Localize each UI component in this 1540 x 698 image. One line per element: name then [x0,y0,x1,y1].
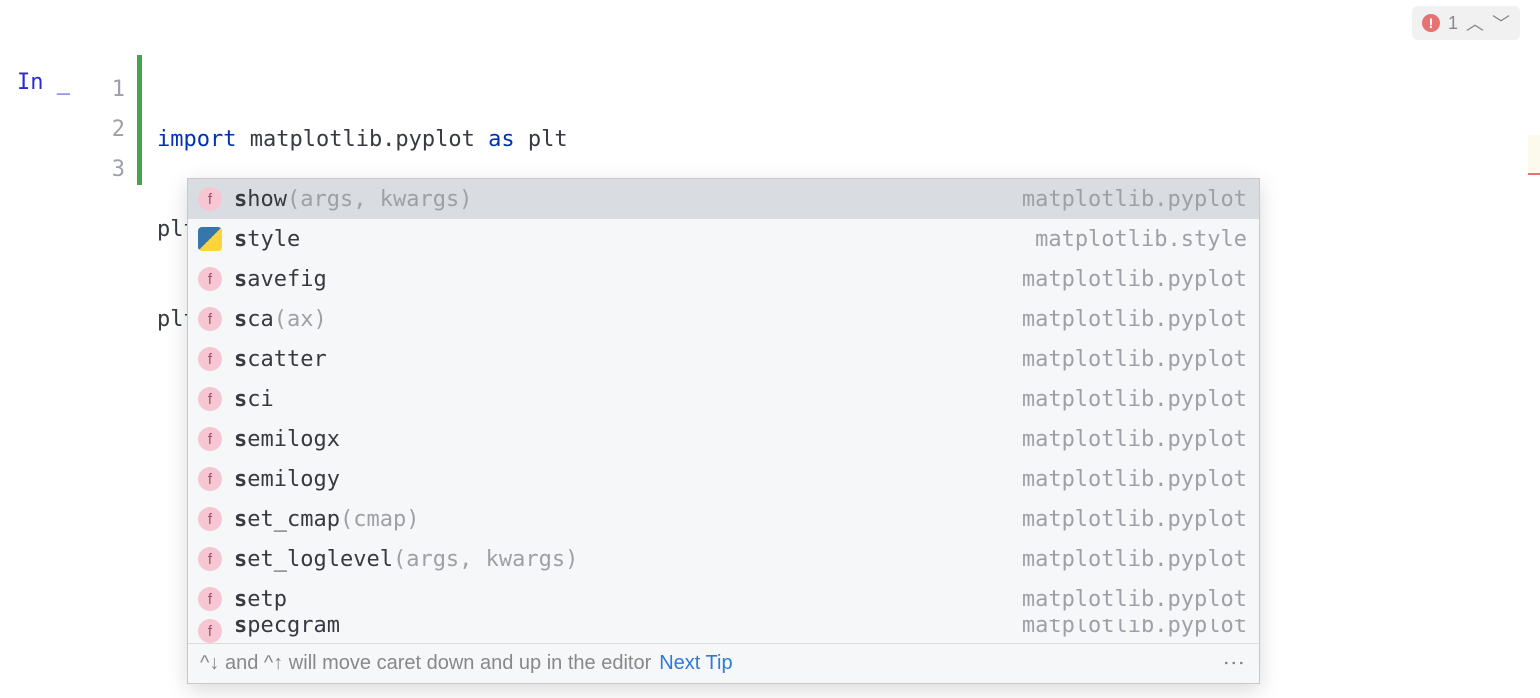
keyword-import: import [157,127,236,152]
error-count: 1 [1448,13,1458,34]
completion-name: style [234,227,300,252]
line-number[interactable]: 3 [77,150,137,190]
autocomplete-item[interactable]: f set_loglevel(args, kwargs) matplotlib.py… [188,539,1259,579]
autocomplete-item[interactable]: f scatter matplotlib.pyplot [188,339,1259,379]
cell-prompt: In _ [17,70,70,95]
more-options-icon[interactable]: ⋮ [1221,652,1247,676]
completion-name: scatter [234,347,327,372]
completion-module: matplotlib.pyplot [1022,427,1247,452]
completion-module: matplotlib.pyplot [1022,587,1247,612]
completion-module: matplotlib.pyplot [1022,387,1247,412]
completion-name: sci [234,387,274,412]
function-icon: f [198,307,222,331]
autocomplete-partial-row[interactable]: f specgram matplotlib.pyplot [188,619,1259,643]
error-icon: ! [1422,14,1440,32]
function-icon: f [198,427,222,451]
line-number[interactable]: 2 [77,110,137,150]
cell-run-indicator [137,55,142,185]
autocomplete-item[interactable]: fsci matplotlib.pyplot [188,379,1259,419]
alias-name: plt [528,127,568,152]
autocomplete-item[interactable]: fsetp matplotlib.pyplot [188,579,1259,619]
module-name: matplotlib.pyplot [250,127,475,152]
function-icon: f [198,547,222,571]
completion-name: set_cmap [234,507,340,532]
completion-name: savefig [234,267,327,292]
completion-name: semilogy [234,467,340,492]
completion-name: sca [234,307,274,332]
completion-module: matplotlib.pyplot [1022,507,1247,532]
autocomplete-footer: ^↓ and ^↑ will move caret down and up in… [188,643,1259,683]
autocomplete-item[interactable]: fshow(args, kwargs) matplotlib.pyplot [188,179,1259,219]
function-icon: f [198,387,222,411]
autocomplete-item[interactable]: fsca(ax) matplotlib.pyplot [188,299,1259,339]
completion-name: setp [234,587,287,612]
function-icon: f [198,347,222,371]
autocomplete-item[interactable]: f semilogx matplotlib.pyplot [188,419,1259,459]
function-icon: f [198,619,222,643]
completion-signature: (args, kwargs) [287,187,472,212]
line-number-gutter: 1 2 3 [77,55,137,190]
completion-module: matplotlib.pyplot [1022,547,1247,572]
completion-name: show [234,187,287,212]
code-line[interactable]: import matplotlib.pyplot as plt [157,120,1058,160]
completion-module: matplotlib.pyplot [1022,467,1247,492]
line-number[interactable]: 1 [77,70,137,110]
function-icon: f [198,587,222,611]
autocomplete-item[interactable]: f savefig matplotlib.pyplot [188,259,1259,299]
completion-signature: (cmap) [340,507,419,532]
inspection-badge[interactable]: ! 1 ︿ ﹀ [1412,6,1520,40]
error-stripe-marker[interactable] [1528,135,1540,175]
completion-name: semilogx [234,427,340,452]
function-icon: f [198,267,222,291]
completion-signature: (args, kwargs) [393,547,578,572]
autocomplete-item[interactable]: style matplotlib.style [188,219,1259,259]
autocomplete-item[interactable]: f set_cmap(cmap) matplotlib.pyplot [188,499,1259,539]
next-tip-link[interactable]: Next Tip [659,652,732,675]
completion-module: matplotlib.pyplot [1022,267,1247,292]
python-module-icon [198,227,222,251]
function-icon: f [198,187,222,211]
completion-module: matplotlib.pyplot [1022,307,1247,332]
autocomplete-item[interactable]: f semilogy matplotlib.pyplot [188,459,1259,499]
function-icon: f [198,467,222,491]
function-icon: f [198,507,222,531]
autocomplete-list[interactable]: fshow(args, kwargs)matplotlib.pyplotstyl… [188,179,1259,619]
completion-module: matplotlib.pyplot [1022,187,1247,212]
completion-name: specgram [234,619,340,638]
completion-module: matplotlib.pyplot [1022,347,1247,372]
completion-module: matplotlib.style [1035,227,1247,252]
completion-signature: (ax) [274,307,327,332]
next-error-chevron-down-icon[interactable]: ﹀ [1492,10,1510,36]
completion-name: set_loglevel [234,547,393,572]
footer-hint: ^↓ and ^↑ will move caret down and up in… [200,652,651,675]
keyword-as: as [488,127,515,152]
completion-module: matplotlib.pyplot [1022,619,1247,638]
autocomplete-popup: fshow(args, kwargs)matplotlib.pyplotstyl… [187,178,1260,684]
prev-error-chevron-up-icon[interactable]: ︿ [1466,10,1484,36]
